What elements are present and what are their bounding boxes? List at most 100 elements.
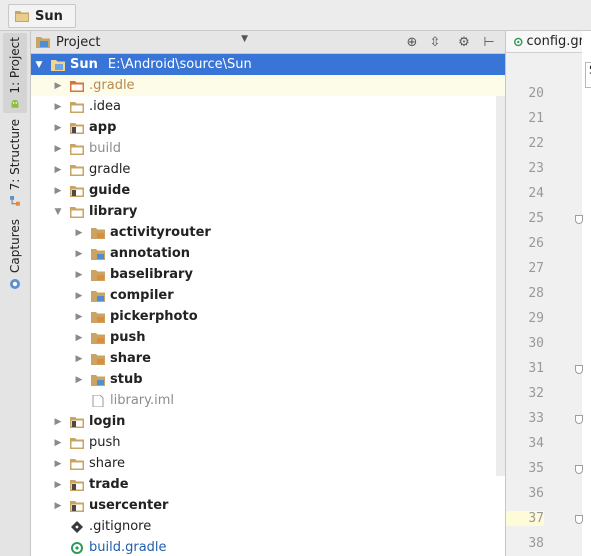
expand-arrow-icon[interactable]: ▶: [73, 249, 85, 259]
module-orange-icon: [91, 269, 105, 281]
tree-item[interactable]: ▶ pickerphoto: [31, 306, 505, 327]
expand-arrow-icon[interactable]: ▼: [33, 60, 45, 70]
target-icon[interactable]: ⊕: [403, 32, 421, 52]
structure-icon: [10, 196, 20, 207]
line-number: 36: [528, 486, 544, 501]
tree-item[interactable]: ▶ share: [31, 348, 505, 369]
project-folder-icon: [36, 37, 50, 48]
expand-arrow-icon[interactable]: ▶: [52, 186, 64, 196]
search-input[interactable]: S: [585, 62, 591, 88]
breadcrumb-label: Sun: [35, 8, 63, 24]
tree-item[interactable]: ▶ baselibrary: [31, 264, 505, 285]
expand-arrow-icon[interactable]: ▶: [52, 165, 64, 175]
folder-icon: [70, 458, 84, 470]
line-number: 24: [528, 186, 544, 201]
line-number: 27: [528, 261, 544, 276]
expand-arrow-icon[interactable]: ▶: [52, 102, 64, 112]
tree-item[interactable]: ▶ login: [31, 411, 505, 432]
module-blue-icon: [91, 248, 105, 260]
module-icon: [70, 122, 84, 134]
expand-arrow-icon[interactable]: ▶: [52, 501, 64, 511]
navigation-bar: Sun: [0, 0, 591, 31]
expand-arrow-icon[interactable]: ▶: [73, 228, 85, 238]
tree-item[interactable]: ▶ guide: [31, 180, 505, 201]
tree-root-path: E:\Android\source\Sun: [107, 57, 252, 72]
fold-marker-icon[interactable]: [575, 465, 583, 474]
module-icon: [70, 479, 84, 491]
tree-item[interactable]: ▶ .gradle: [31, 75, 505, 96]
project-view-label: Project: [56, 34, 101, 50]
expand-arrow-icon[interactable]: ▶: [52, 417, 64, 427]
tree-item-label: app: [89, 120, 117, 135]
tree-item[interactable]: ▶ .idea: [31, 96, 505, 117]
tree-item[interactable]: ▶ app: [31, 117, 505, 138]
expand-arrow-icon[interactable]: ▶: [52, 438, 64, 448]
tree-item[interactable]: ▶ build: [31, 138, 505, 159]
expand-arrow-icon[interactable]: ▶: [73, 375, 85, 385]
tree-item[interactable]: ▶ annotation: [31, 243, 505, 264]
line-number: 25: [528, 211, 544, 226]
fold-marker-icon[interactable]: [575, 365, 583, 374]
tree-item-label: build: [89, 141, 121, 156]
expand-arrow-icon[interactable]: ▶: [52, 123, 64, 133]
tree-item[interactable]: ▶ push: [31, 432, 505, 453]
camera-icon: [10, 278, 20, 289]
line-number: 20: [528, 86, 544, 101]
tree-item[interactable]: ▶ share: [31, 453, 505, 474]
tree-item-label: pickerphoto: [110, 309, 198, 324]
tree-item[interactable]: ▶ compiler: [31, 285, 505, 306]
tree-item[interactable]: ▶ usercenter: [31, 495, 505, 516]
editor-content[interactable]: [582, 31, 591, 556]
tree-item[interactable]: ▼ library: [31, 201, 505, 222]
module-orange-icon: [91, 332, 105, 344]
project-folder-icon: [51, 59, 65, 71]
expand-arrow-icon[interactable]: ▶: [73, 333, 85, 343]
tree-item-label: compiler: [110, 288, 174, 303]
tree-item-label: annotation: [110, 246, 191, 261]
expand-arrow-icon[interactable]: ▶: [52, 144, 64, 154]
hide-icon[interactable]: ⊢: [480, 32, 498, 52]
tree-item-label: build.gradle: [89, 540, 167, 555]
tree-item[interactable]: ▶ push: [31, 327, 505, 348]
gradle-icon: [514, 37, 523, 46]
tab-structure[interactable]: 7: Structure: [3, 119, 27, 207]
collapse-arrow-icon[interactable]: ▼: [52, 207, 64, 217]
tree-item-label: share: [110, 351, 151, 366]
project-tree: ▼ Sun E:\Android\source\Sun ▶ .gradle ▶ .id…: [31, 54, 505, 556]
tree-item-label: login: [89, 414, 126, 429]
editor-tab[interactable]: config.gra: [506, 31, 591, 53]
tab-captures[interactable]: Captures: [3, 219, 27, 293]
fold-marker-icon[interactable]: [575, 515, 583, 524]
android-icon: [11, 99, 19, 108]
tree-item[interactable]: .gitignore: [31, 516, 505, 537]
tree-item[interactable]: ▶ trade: [31, 474, 505, 495]
tree-item[interactable]: ▶ gradle: [31, 159, 505, 180]
tree-item[interactable]: ▶ stub: [31, 369, 505, 390]
line-number: 28: [528, 286, 544, 301]
chevron-down-icon: ▼: [241, 34, 248, 44]
gear-icon[interactable]: ⚙: [455, 32, 473, 52]
tree-item[interactable]: build.gradle: [31, 537, 505, 556]
expand-arrow-icon[interactable]: ▶: [52, 480, 64, 490]
tree-item[interactable]: ▶ activityrouter: [31, 222, 505, 243]
tree-item[interactable]: library.iml: [31, 390, 505, 411]
module-icon: [70, 185, 84, 197]
fold-marker-icon[interactable]: [575, 215, 583, 224]
expand-arrow-icon[interactable]: ▶: [73, 291, 85, 301]
expand-arrow-icon[interactable]: ▶: [73, 270, 85, 280]
tree-item-label: push: [89, 435, 121, 450]
tree-root[interactable]: ▼ Sun E:\Android\source\Sun: [31, 54, 505, 75]
collapse-icon[interactable]: ⇳: [426, 32, 444, 52]
tab-project[interactable]: 1: Project: [3, 33, 27, 113]
fold-marker-icon[interactable]: [575, 415, 583, 424]
folder-icon: [70, 437, 84, 449]
line-number: 35: [528, 461, 544, 476]
expand-arrow-icon[interactable]: ▶: [73, 312, 85, 322]
expand-arrow-icon[interactable]: ▶: [52, 81, 64, 91]
tree-item-label: library.iml: [110, 393, 174, 408]
folder-orange-icon: [70, 80, 84, 92]
breadcrumb-item[interactable]: Sun: [8, 4, 76, 28]
expand-arrow-icon[interactable]: ▶: [52, 459, 64, 469]
expand-arrow-icon[interactable]: ▶: [73, 354, 85, 364]
project-view-select[interactable]: Project ▼: [36, 32, 250, 52]
